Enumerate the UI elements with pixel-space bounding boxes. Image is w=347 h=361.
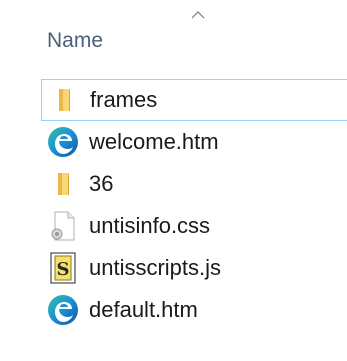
js-script-icon: S (47, 252, 79, 284)
edge-html-icon (47, 126, 79, 158)
chevron-up-icon[interactable] (190, 10, 206, 20)
edge-html-icon (47, 294, 79, 326)
list-item-untisscripts[interactable]: S untisscripts.js (0, 247, 347, 289)
file-name: frames (90, 87, 158, 112)
column-header-name[interactable]: Name (47, 29, 103, 53)
file-name: untisscripts.js (89, 255, 222, 280)
svg-text:S: S (57, 259, 70, 280)
file-name: 36 (89, 171, 114, 196)
folder-icon (47, 168, 79, 200)
list-item-welcome[interactable]: welcome.htm (0, 121, 347, 163)
folder-icon (48, 84, 80, 116)
file-list: frames welcome.htm 36 untisinfo.css S un… (0, 79, 347, 331)
file-name: default.htm (89, 297, 198, 322)
list-item-36[interactable]: 36 (0, 163, 347, 205)
css-file-icon (47, 210, 79, 242)
list-item-default[interactable]: default.htm (0, 289, 347, 331)
file-explorer: Name frames welcome.htm 36 untisinfo.css… (0, 0, 347, 361)
list-item-frames[interactable]: frames (41, 79, 347, 121)
file-name: untisinfo.css (89, 213, 211, 238)
list-item-untisinfo[interactable]: untisinfo.css (0, 205, 347, 247)
file-name: welcome.htm (89, 129, 219, 154)
